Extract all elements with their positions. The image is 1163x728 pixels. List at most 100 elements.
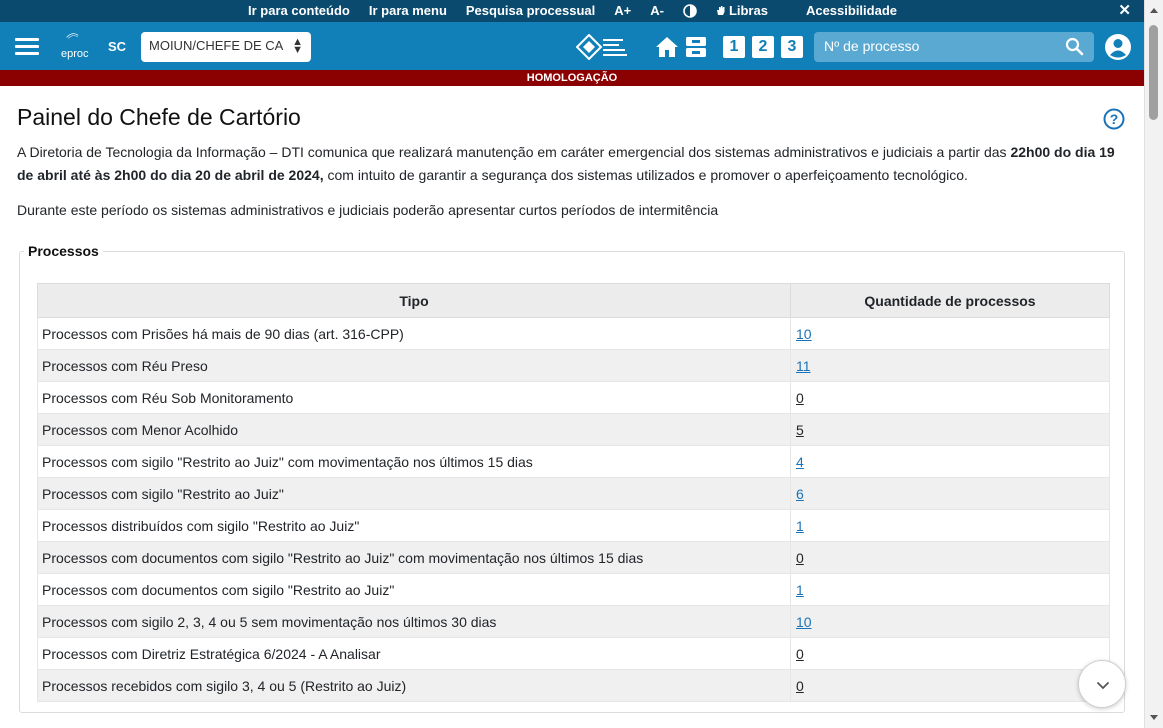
- row-quantidade-cell: 5: [790, 413, 1110, 446]
- notice-text-start: A Diretoria de Tecnologia da Informação …: [17, 144, 1011, 160]
- row-quantidade-cell: 0: [790, 381, 1110, 414]
- skip-to-content-link[interactable]: Ir para conteúdo: [248, 3, 350, 18]
- pdpj-logo[interactable]: [576, 34, 654, 60]
- environment-banner: HOMOLOGAÇÃO: [0, 70, 1144, 86]
- row-tipo: Processos com sigilo "Restrito ao Juiz" …: [37, 445, 791, 478]
- libras-label: Libras: [728, 3, 768, 18]
- row-tipo: Processos com Diretriz Estratégica 6/202…: [37, 637, 791, 670]
- quantidade-link[interactable]: 0: [796, 646, 804, 662]
- quantidade-link[interactable]: 4: [796, 454, 804, 470]
- processos-fieldset: Processos Tipo Quantidade de processos P…: [19, 243, 1125, 713]
- table-row: Processos com documentos com sigilo "Res…: [37, 541, 1110, 574]
- home-icon[interactable]: [655, 35, 679, 59]
- skip-to-menu-link[interactable]: Ir para menu: [369, 3, 447, 18]
- profile-select[interactable]: MOIUN/CHEFE DE CA ▲ ▼: [141, 32, 311, 62]
- row-quantidade-cell: 11: [790, 349, 1110, 382]
- table-row: Processos com sigilo "Restrito ao Juiz" …: [37, 445, 1110, 478]
- row-quantidade-cell: 1: [790, 573, 1110, 606]
- processos-legend: Processos: [28, 243, 99, 259]
- row-quantidade-cell: 6: [790, 477, 1110, 510]
- profile-select-value: MOIUN/CHEFE DE CA: [149, 38, 284, 53]
- row-quantidade-cell: 10: [790, 317, 1110, 350]
- quantidade-link[interactable]: 10: [796, 326, 812, 342]
- row-quantidade-cell: 10: [790, 605, 1110, 638]
- search-icon[interactable]: [1065, 37, 1084, 56]
- contrast-toggle[interactable]: [683, 3, 697, 18]
- table-row: Processos recebidos com sigilo 3, 4 ou 5…: [37, 669, 1110, 702]
- svg-text:?: ?: [1110, 111, 1119, 127]
- row-tipo: Processos com documentos com sigilo "Res…: [37, 541, 791, 574]
- close-icon[interactable]: ✕: [1118, 1, 1131, 19]
- table-row: Processos com documentos com sigilo "Res…: [37, 573, 1110, 606]
- quantidade-link[interactable]: 0: [796, 678, 804, 694]
- row-tipo: Processos com sigilo 2, 3, 4 ou 5 sem mo…: [37, 605, 791, 638]
- help-icon[interactable]: ?: [1103, 108, 1125, 130]
- contrast-icon: [683, 3, 697, 18]
- row-quantidade-cell: 1: [790, 509, 1110, 542]
- process-search-link[interactable]: Pesquisa processual: [466, 3, 595, 18]
- notice-text-end: com intuito de garantir a segurança dos …: [323, 166, 968, 183]
- eproc-logo: [66, 33, 79, 39]
- maintenance-notice: A Diretoria de Tecnologia da Informação …: [17, 141, 1132, 186]
- user-account-icon[interactable]: [1104, 33, 1132, 61]
- shortcut-2-button[interactable]: 2: [752, 36, 774, 58]
- row-tipo: Processos distribuídos com sigilo "Restr…: [37, 509, 791, 542]
- row-tipo: Processos com sigilo "Restrito ao Juiz": [37, 477, 791, 510]
- quantidade-link[interactable]: 0: [796, 550, 804, 566]
- accessibility-links: Ir para conteúdo Ir para menu Pesquisa p…: [248, 3, 916, 18]
- row-quantidade-cell: 0: [790, 541, 1110, 574]
- table-row: Processos distribuídos com sigilo "Restr…: [37, 509, 1110, 542]
- table-row: Processos com Réu Sob Monitoramento 0: [37, 381, 1110, 414]
- logo-text: eproc: [61, 48, 89, 60]
- accessibility-link[interactable]: Acessibilidade: [806, 3, 897, 18]
- row-tipo: Processos recebidos com sigilo 3, 4 ou 5…: [37, 669, 791, 702]
- quantidade-link[interactable]: 11: [796, 358, 811, 374]
- table-row: Processos com Diretriz Estratégica 6/202…: [37, 637, 1110, 670]
- scroll-down-button[interactable]: [1078, 660, 1126, 708]
- menu-icon[interactable]: [15, 38, 39, 55]
- page-title: Painel do Chefe de Cartório: [17, 104, 301, 130]
- quantidade-link[interactable]: 1: [796, 582, 804, 598]
- hand-icon: [716, 6, 725, 15]
- table-row: Processos com sigilo 2, 3, 4 ou 5 sem mo…: [37, 605, 1110, 638]
- search-placeholder: Nº de processo: [824, 38, 920, 54]
- table-row: Processos com Prisões há mais de 90 dias…: [37, 317, 1110, 350]
- column-header-quantidade[interactable]: Quantidade de processos: [790, 283, 1110, 318]
- quantidade-link[interactable]: 6: [796, 486, 804, 502]
- inbox-icon[interactable]: [684, 35, 708, 59]
- row-tipo: Processos com Prisões há mais de 90 dias…: [37, 317, 791, 350]
- libras-button[interactable]: Libras: [716, 3, 787, 18]
- table-row: Processos com Réu Preso 11: [37, 349, 1110, 382]
- row-quantidade-cell: 0: [790, 637, 1110, 670]
- chevron-down-icon: [1097, 682, 1109, 690]
- accessibility-bar: Ir para conteúdo Ir para menu Pesquisa p…: [0, 0, 1163, 22]
- intermittence-notice: Durante este período os sistemas adminis…: [17, 202, 719, 218]
- shortcut-1-button[interactable]: 1: [723, 36, 745, 58]
- row-tipo: Processos com documentos com sigilo "Res…: [37, 573, 791, 606]
- font-increase-button[interactable]: A+: [614, 3, 631, 18]
- processos-table: Tipo Quantidade de processos Processos c…: [37, 283, 1110, 702]
- font-decrease-button[interactable]: A-: [650, 3, 664, 18]
- quantidade-link[interactable]: 10: [796, 614, 812, 630]
- row-quantidade-cell: 4: [790, 445, 1110, 478]
- process-search-input[interactable]: Nº de processo: [814, 32, 1094, 62]
- scroll-up-arrow-icon[interactable]: [1150, 8, 1158, 13]
- table-header-row: Tipo Quantidade de processos: [37, 283, 1110, 318]
- column-header-tipo[interactable]: Tipo: [37, 283, 791, 318]
- scroll-down-arrow-icon[interactable]: [1150, 715, 1158, 720]
- state-label: SC: [108, 39, 127, 54]
- table-row: Processos com sigilo "Restrito ao Juiz" 6: [37, 477, 1110, 510]
- main-content: Painel do Chefe de Cartório ? A Diretori…: [0, 86, 1144, 728]
- sort-caret-icon: ▲ ▼: [292, 36, 303, 56]
- scrollbar-thumb[interactable]: [1149, 25, 1158, 120]
- quantidade-link[interactable]: 1: [796, 518, 804, 534]
- app-header: eproc SC MOIUN/CHEFE DE CA ▲ ▼ 1 2 3 Nº d…: [0, 22, 1144, 70]
- row-tipo: Processos com Menor Acolhido: [37, 413, 791, 446]
- shortcut-3-button[interactable]: 3: [781, 36, 803, 58]
- row-tipo: Processos com Réu Preso: [37, 349, 791, 382]
- quantidade-link[interactable]: 5: [796, 422, 804, 438]
- table-row: Processos com Menor Acolhido 5: [37, 413, 1110, 446]
- quantidade-link[interactable]: 0: [796, 390, 804, 406]
- page-scrollbar[interactable]: [1144, 0, 1163, 728]
- row-quantidade-cell: 0: [790, 669, 1110, 702]
